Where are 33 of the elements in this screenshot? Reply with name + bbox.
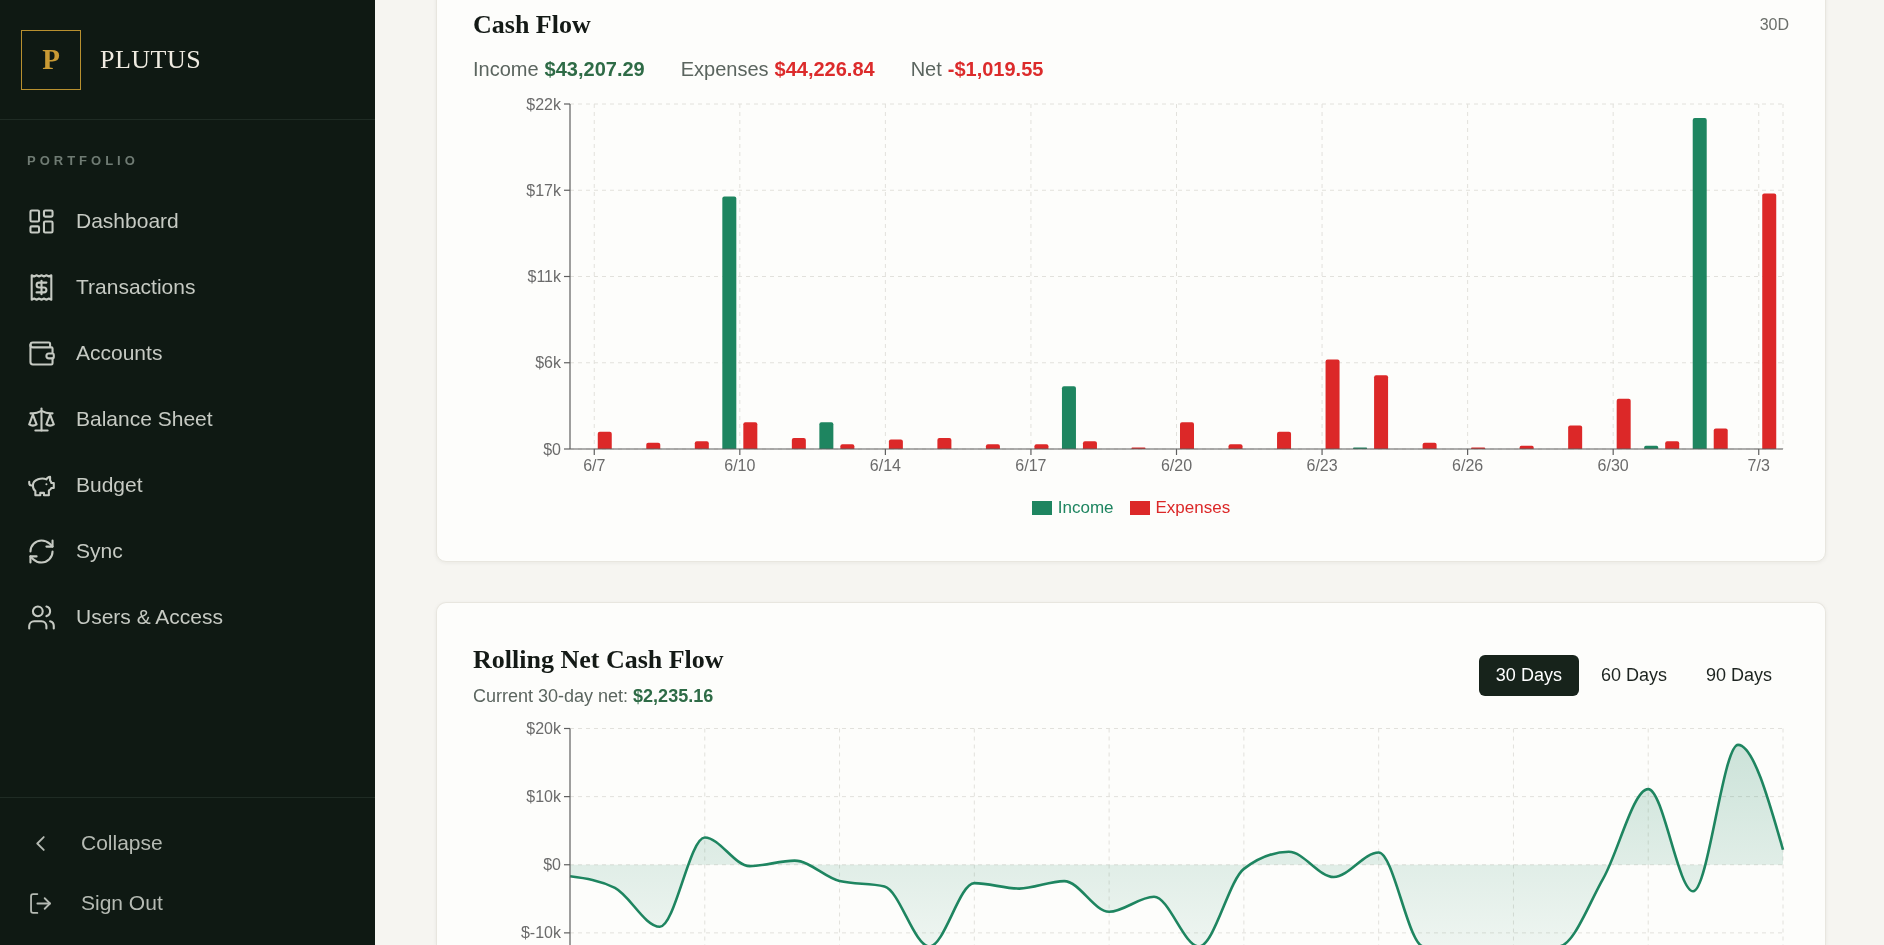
x-axis-label: 6/10 [724,457,756,474]
summary-label: Net [910,57,942,81]
section-label: PORTFOLIO [27,153,139,169]
y-axis-label: $22k [526,95,561,113]
legend-label: Expenses [1155,498,1231,518]
summary-value: $44,226.84 [774,57,875,81]
x-axis-label: 7/3 [1747,457,1770,474]
x-axis-label: 6/7 [583,457,606,474]
y-axis-label: $0 [543,856,561,874]
x-axis-label: 6/26 [1452,457,1484,474]
x-axis-label: 6/20 [1160,457,1193,474]
y-axis-label: $0 [543,440,561,458]
y-axis-label: $17k [526,181,561,199]
card-title: Cash Flow [473,10,591,40]
y-axis-label: $10k [526,788,561,806]
x-axis-label: 6/30 [1597,457,1629,474]
card-subtitle: Current 30-day net: $2,235.16 [473,685,715,707]
logo-mark: P [21,29,81,90]
x-axis-label: 6/14 [869,457,901,474]
summary-label: Expenses [680,57,769,81]
x-axis-label: 6/23 [1306,457,1338,474]
y-axis-label: $-10k [520,924,561,942]
x-axis-label: 6/17 [1015,457,1047,474]
legend-label: Income [1057,498,1114,518]
y-axis-label: $20k [526,720,561,737]
summary-label: Income [473,57,539,81]
period-label: 30D [1759,16,1789,34]
y-axis-label: $6k [535,354,561,372]
summary-value: $43,207.29 [544,57,645,81]
brand-name: PLUTUS [100,44,202,75]
card-title: Rolling Net Cash Flow [473,644,724,676]
summary-value: -$1,019.55 [947,57,1044,81]
y-axis-label: $11k [527,268,561,285]
